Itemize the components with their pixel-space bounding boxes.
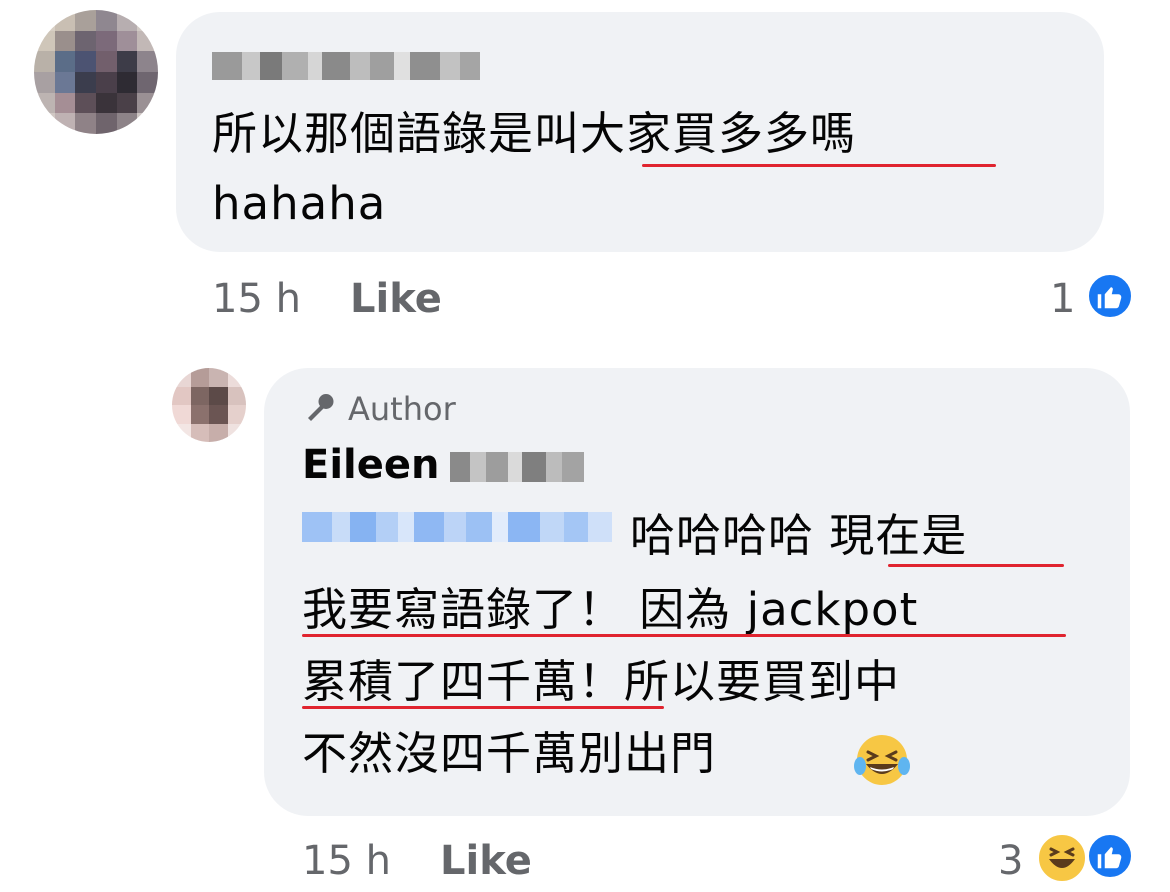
red-underline-annotation [642,164,996,167]
haha-icon [1036,832,1088,884]
laughing-tears-emoji-icon [852,732,912,788]
reaction-count[interactable]: 3 [998,838,1023,884]
like-button[interactable]: Like [440,838,532,884]
comment-text-line: 所以那個語錄是叫大家買多多嗎 [212,107,857,160]
reaction-count[interactable]: 1 [1050,276,1075,322]
author-surname-blurred[interactable] [450,452,584,482]
author-badge-label: Author [348,390,456,428]
red-underline-annotation [888,564,1064,567]
author-name[interactable]: Eileen [302,442,439,488]
reply-text-line: 我要寫語錄了！ 因為 jackpot [302,583,919,636]
reply-timestamp[interactable]: 15 h [302,838,391,884]
mentioned-user-blurred[interactable] [302,512,612,542]
like-icon [1086,832,1134,880]
reply-text-line: 哈哈哈哈 現在是 [630,509,968,562]
author-avatar[interactable] [172,368,246,442]
red-underline-annotation [302,706,664,709]
microphone-icon [308,394,334,421]
reply-text-line: 累積了四千萬！所以要買到中 [302,655,901,708]
commenter-avatar[interactable] [34,10,158,134]
comment-timestamp[interactable]: 15 h [212,276,301,322]
author-badge: Author [302,390,456,428]
red-underline-annotation [302,634,1066,637]
commenter-name-blurred[interactable] [212,52,480,80]
like-icon [1086,272,1134,320]
like-button[interactable]: Like [350,276,442,322]
reply-text-line: 不然沒四千萬別出門 [302,727,717,780]
comment-text-line: hahaha [212,177,387,230]
